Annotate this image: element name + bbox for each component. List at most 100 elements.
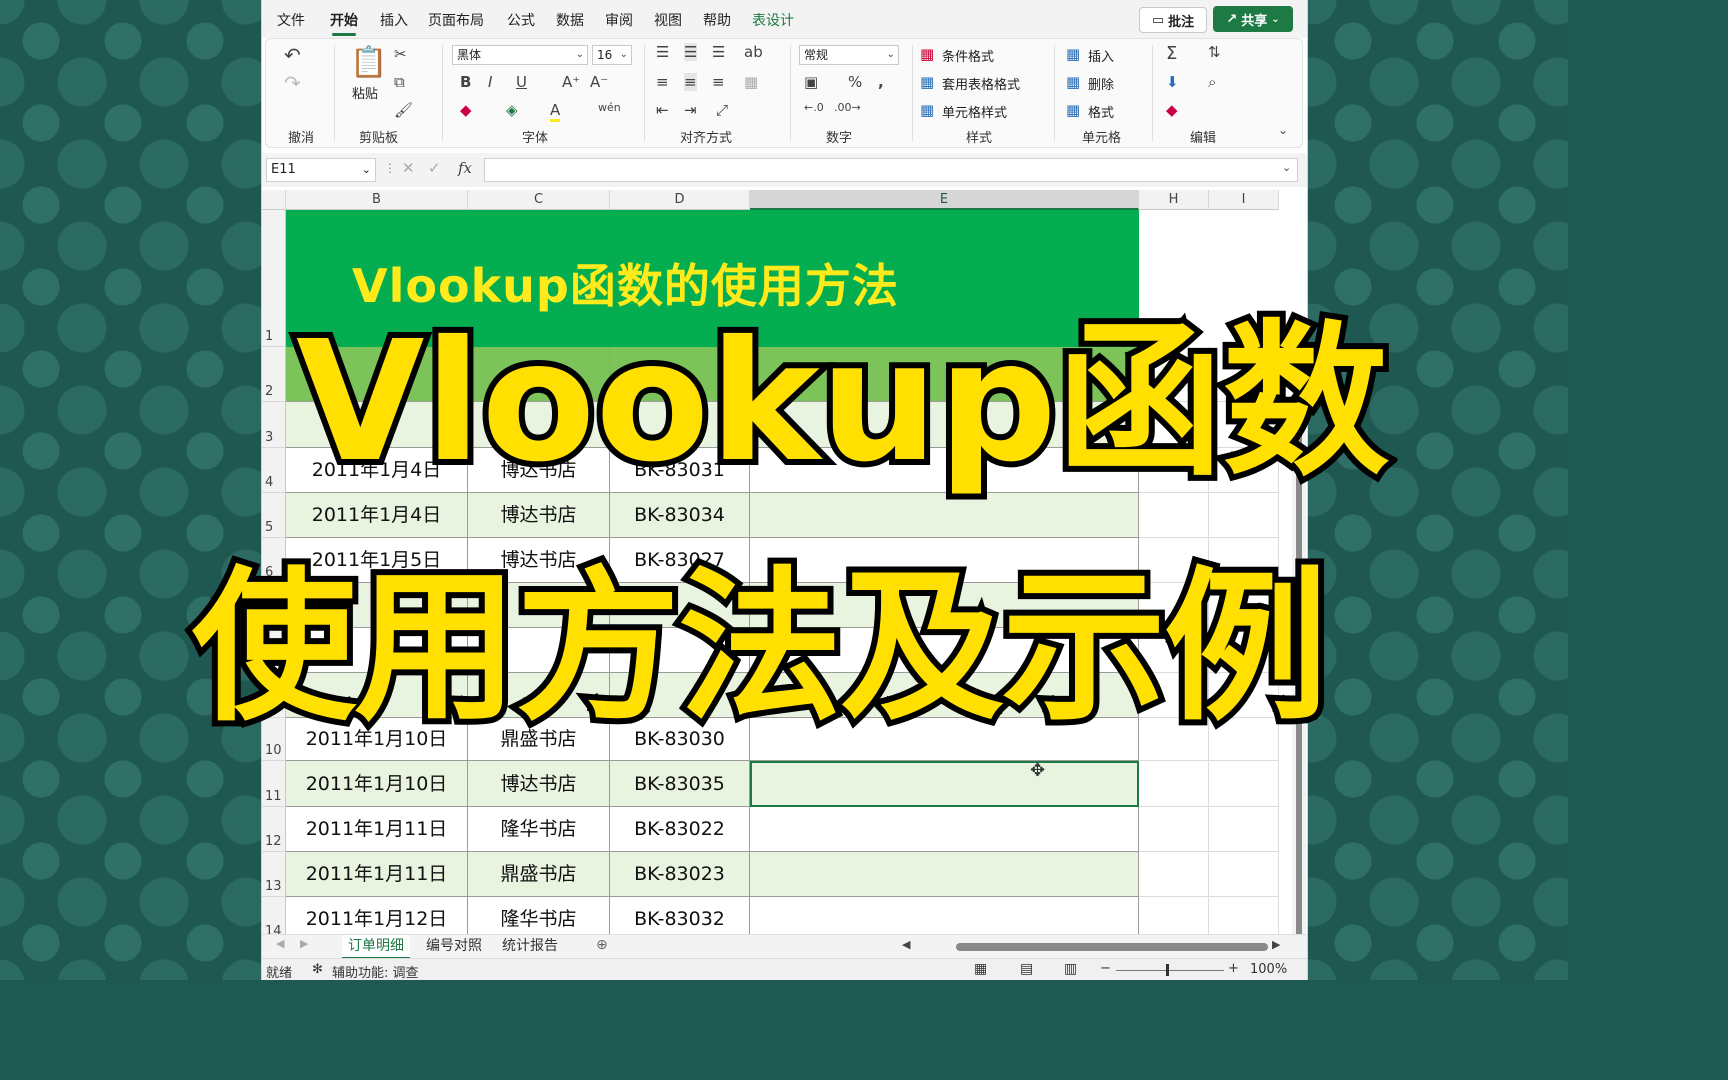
fill-color-icon[interactable]: ◈: [506, 101, 518, 119]
empty-cell[interactable]: [1139, 852, 1209, 897]
table-cell[interactable]: 鼎盛书店: [468, 852, 610, 897]
zoom-slider-thumb[interactable]: [1166, 964, 1169, 976]
menu-page-layout[interactable]: 页面布局: [428, 10, 484, 30]
delete-cells-icon[interactable]: ▦: [1066, 73, 1080, 91]
undo-icon[interactable]: ↶: [284, 43, 301, 67]
conditional-format-icon[interactable]: ▦: [920, 45, 934, 63]
accessibility-status[interactable]: 辅助功能: 调查: [332, 962, 419, 980]
zoom-in-icon[interactable]: +: [1228, 961, 1239, 976]
scroll-left-icon[interactable]: ◀: [902, 938, 910, 951]
table-cell[interactable]: BK-83032: [610, 897, 750, 934]
table-cell[interactable]: 隆华书店: [468, 897, 610, 934]
menu-home[interactable]: 开始: [330, 10, 358, 36]
table-cell[interactable]: 2011年1月12日: [286, 897, 468, 934]
empty-cell[interactable]: [1139, 807, 1209, 852]
insert-function-icon[interactable]: fx: [458, 159, 472, 177]
format-cells-button[interactable]: 格式: [1088, 102, 1114, 121]
menu-help[interactable]: 帮助: [703, 10, 731, 30]
orientation-icon[interactable]: ⤢: [716, 101, 728, 119]
font-color-icon[interactable]: A: [550, 101, 561, 122]
row-header[interactable]: 12: [262, 807, 286, 852]
table-cell[interactable]: BK-83022: [610, 807, 750, 852]
zoom-level[interactable]: 100%: [1250, 962, 1287, 977]
add-sheet-icon[interactable]: ⊕: [596, 937, 608, 953]
column-header-e[interactable]: E: [750, 190, 1139, 210]
format-painter-icon[interactable]: 🖌: [394, 101, 413, 119]
currency-icon[interactable]: ▣: [804, 73, 818, 91]
empty-cell[interactable]: [1139, 493, 1209, 538]
increase-decimal-icon[interactable]: ←.0: [804, 101, 824, 114]
sheet-tab-orders[interactable]: 订单明细: [342, 935, 410, 959]
number-format-select[interactable]: 常规 ⌄: [799, 45, 899, 65]
table-cell[interactable]: [750, 897, 1139, 934]
name-box[interactable]: E11 ⌄: [266, 158, 376, 182]
formula-input[interactable]: [484, 158, 1298, 182]
table-cell[interactable]: 2011年1月4日: [286, 493, 468, 538]
table-cell[interactable]: BK-83035: [610, 761, 750, 807]
decrease-font-icon[interactable]: A⁻: [590, 73, 608, 91]
increase-indent-icon[interactable]: ⇥: [684, 101, 697, 119]
confirm-icon[interactable]: ✓: [428, 159, 441, 177]
percent-icon[interactable]: %: [848, 73, 862, 91]
column-header-b[interactable]: B: [286, 190, 468, 210]
insert-cells-icon[interactable]: ▦: [1066, 45, 1080, 63]
expand-formula-icon[interactable]: ⌄: [1282, 161, 1291, 174]
cut-icon[interactable]: ✂: [394, 45, 407, 63]
decrease-decimal-icon[interactable]: .00→: [834, 101, 861, 114]
align-left-icon[interactable]: ≡: [656, 73, 669, 91]
autosum-icon[interactable]: Σ: [1166, 43, 1177, 64]
align-right-icon[interactable]: ≡: [712, 73, 725, 91]
empty-cell[interactable]: [1209, 493, 1279, 538]
menu-formulas[interactable]: 公式: [507, 10, 535, 30]
prev-sheet-icon[interactable]: ◀: [276, 937, 284, 950]
align-bottom-icon[interactable]: ☰: [712, 43, 725, 61]
selected-cell-e11[interactable]: [750, 761, 1139, 807]
table-cell[interactable]: BK-83023: [610, 852, 750, 897]
paste-label[interactable]: 粘贴: [352, 83, 378, 102]
row-header[interactable]: 3: [262, 402, 286, 448]
sort-filter-icon[interactable]: ⇅: [1208, 43, 1221, 61]
comma-icon[interactable]: ,: [878, 73, 884, 91]
comment-button[interactable]: ▭ 批注: [1139, 7, 1207, 33]
font-name-select[interactable]: 黑体 ⌄: [452, 45, 588, 65]
scroll-right-icon[interactable]: ▶: [1272, 938, 1280, 951]
empty-cell[interactable]: [1209, 852, 1279, 897]
table-format-icon[interactable]: ▦: [920, 73, 934, 91]
column-header-i[interactable]: I: [1209, 190, 1279, 210]
select-all-corner[interactable]: [262, 190, 286, 210]
format-cells-icon[interactable]: ▦: [1066, 101, 1080, 119]
clear-icon[interactable]: ◆: [1166, 101, 1178, 119]
empty-cell[interactable]: [1209, 897, 1279, 934]
increase-font-icon[interactable]: A⁺: [562, 73, 580, 91]
table-cell[interactable]: 2011年1月11日: [286, 807, 468, 852]
row-header[interactable]: 4: [262, 448, 286, 493]
align-center-icon[interactable]: ≡: [684, 73, 697, 91]
row-header[interactable]: 13: [262, 852, 286, 897]
table-cell[interactable]: [750, 852, 1139, 897]
insert-cells-button[interactable]: 插入: [1088, 46, 1114, 65]
decrease-indent-icon[interactable]: ⇤: [656, 101, 669, 119]
row-header[interactable]: 5: [262, 493, 286, 538]
menu-view[interactable]: 视图: [654, 10, 682, 30]
menu-file[interactable]: 文件: [277, 10, 305, 30]
table-cell[interactable]: 隆华书店: [468, 807, 610, 852]
table-cell[interactable]: [750, 493, 1139, 538]
italic-icon[interactable]: I: [488, 73, 492, 91]
sheet-tab-report[interactable]: 统计报告: [502, 935, 558, 957]
empty-cell[interactable]: [1209, 761, 1279, 807]
align-top-icon[interactable]: ☰: [656, 43, 669, 61]
empty-cell[interactable]: [1139, 761, 1209, 807]
table-cell[interactable]: [750, 807, 1139, 852]
menu-data[interactable]: 数据: [556, 10, 584, 30]
find-icon[interactable]: ⌕: [1208, 73, 1216, 91]
menu-insert[interactable]: 插入: [380, 10, 408, 30]
bold-icon[interactable]: B: [460, 73, 471, 91]
cell-style-icon[interactable]: ▦: [920, 101, 934, 119]
wrap-text-icon[interactable]: ab: [744, 43, 763, 61]
menu-review[interactable]: 审阅: [605, 10, 633, 30]
table-format-button[interactable]: 套用表格格式: [942, 74, 1020, 93]
empty-cell[interactable]: [1139, 897, 1209, 934]
font-size-select[interactable]: 16 ⌄: [592, 45, 632, 65]
share-button[interactable]: ↗ 共享 ⌄: [1213, 6, 1293, 32]
phonetic-icon[interactable]: wén: [598, 101, 621, 114]
